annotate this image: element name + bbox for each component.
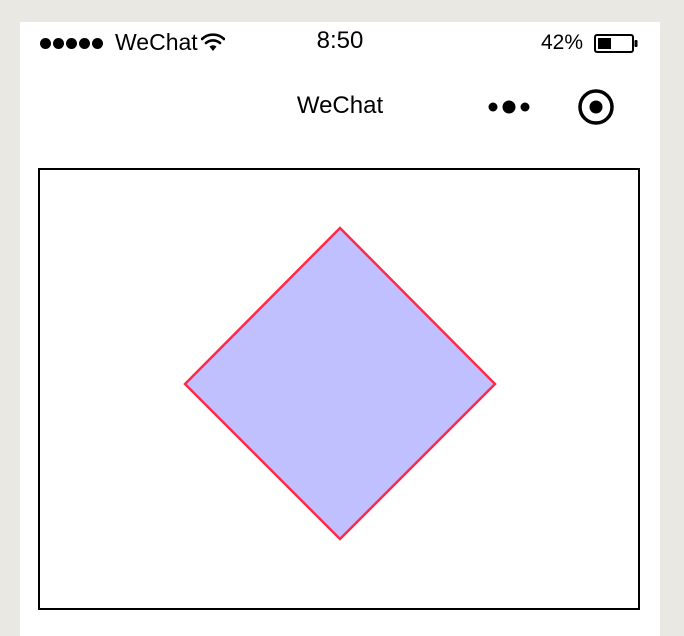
navigation-bar: WeChat	[20, 77, 660, 137]
battery-icon	[594, 34, 638, 53]
diamond-shape	[183, 226, 497, 541]
battery-percentage: 42%	[540, 31, 583, 54]
more-options-button[interactable]	[486, 95, 532, 119]
close-miniprogram-button[interactable]	[577, 88, 615, 126]
phone-screen: WeChat 8:50 42% WeChat	[20, 22, 660, 636]
page-title: WeChat	[296, 92, 384, 119]
status-bar: WeChat 8:50 42%	[20, 22, 660, 62]
drawing-canvas[interactable]	[38, 168, 640, 610]
canvas-surface	[183, 226, 497, 541]
